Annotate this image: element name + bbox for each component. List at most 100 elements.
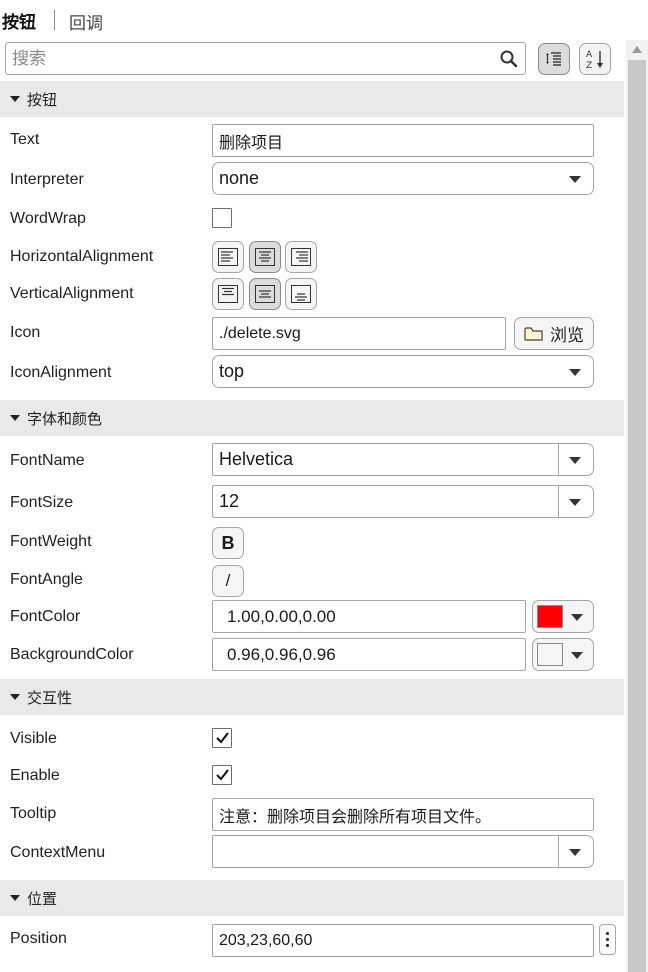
label-font-color: FontColor xyxy=(10,608,81,625)
interpreter-dropdown[interactable]: none xyxy=(212,162,594,195)
chevron-down-icon xyxy=(571,652,583,659)
italic-button[interactable]: / xyxy=(212,565,244,597)
search-input[interactable] xyxy=(6,43,486,74)
font-color-field[interactable]: 1.00,0.00,0.00 xyxy=(212,600,526,633)
section-position[interactable]: 位置 xyxy=(0,880,624,916)
checkmark-icon xyxy=(216,769,229,781)
more-dot xyxy=(606,944,609,947)
collapse-triangle-icon xyxy=(10,96,20,102)
chevron-down-icon[interactable] xyxy=(569,457,581,464)
background-color-swatch xyxy=(537,643,563,666)
scroll-up-button[interactable] xyxy=(626,40,648,58)
label-context-menu: ContextMenu xyxy=(10,844,106,861)
label-text: Text xyxy=(10,131,40,148)
checkmark-icon xyxy=(216,732,229,744)
scrollbar-thumb[interactable] xyxy=(628,60,646,972)
interpreter-value: none xyxy=(219,168,260,188)
font-size-combobox[interactable]: 12 xyxy=(212,485,594,518)
section-interactivity[interactable]: 交互性 xyxy=(0,679,624,715)
label-vertical-alignment: VerticalAlignment xyxy=(10,285,134,302)
categorized-view-button[interactable] xyxy=(538,43,570,75)
label-font-weight: FontWeight xyxy=(10,533,92,550)
combo-divider xyxy=(558,486,559,517)
section-title: 交互性 xyxy=(27,689,73,707)
folder-icon xyxy=(524,326,543,341)
svg-text:A: A xyxy=(586,50,593,60)
align-left-button[interactable] xyxy=(212,241,244,273)
sort-alphabetical-button[interactable]: A Z xyxy=(579,43,611,75)
list-categorized-icon xyxy=(546,52,561,66)
font-size-value: 12 xyxy=(219,491,240,511)
align-bottom-icon xyxy=(291,285,311,303)
section-title: 位置 xyxy=(27,890,58,908)
visible-checkbox[interactable] xyxy=(212,728,232,748)
section-title: 按钮 xyxy=(27,91,58,109)
align-bottom-button[interactable] xyxy=(285,278,317,310)
enable-checkbox[interactable] xyxy=(212,765,232,785)
label-icon-alignment: IconAlignment xyxy=(10,364,112,381)
wordwrap-checkbox[interactable] xyxy=(212,208,232,228)
label-enable: Enable xyxy=(10,767,60,784)
search-box xyxy=(5,42,526,75)
label-wordwrap: WordWrap xyxy=(10,210,86,227)
bold-icon: B xyxy=(221,532,235,553)
align-top-button[interactable] xyxy=(212,278,244,310)
align-right-button[interactable] xyxy=(285,241,317,273)
tab-button[interactable]: 按钮 xyxy=(2,8,36,33)
align-top-icon xyxy=(218,285,238,303)
label-horizontal-alignment: HorizontalAlignment xyxy=(10,248,154,265)
label-interpreter: Interpreter xyxy=(10,171,84,188)
context-menu-combobox[interactable] xyxy=(212,835,594,868)
font-color-picker[interactable] xyxy=(532,600,594,633)
tab-callback[interactable]: 回调 xyxy=(69,9,103,34)
section-button[interactable]: 按钮 xyxy=(0,81,624,117)
chevron-down-icon xyxy=(569,369,581,376)
font-name-combobox[interactable]: Helvetica xyxy=(212,443,594,476)
font-color-swatch xyxy=(537,605,563,628)
align-center-icon xyxy=(255,248,275,266)
chevron-down-icon[interactable] xyxy=(569,849,581,856)
italic-icon: / xyxy=(225,571,231,590)
align-right-icon xyxy=(291,248,311,266)
more-dot xyxy=(606,932,609,935)
svg-text:Z: Z xyxy=(586,61,592,70)
chevron-down-icon xyxy=(571,614,583,621)
position-field[interactable]: 203,23,60,60 xyxy=(212,924,594,957)
align-middle-icon xyxy=(255,285,275,303)
chevron-down-icon[interactable] xyxy=(569,499,581,506)
align-middle-button[interactable] xyxy=(249,278,281,310)
align-center-button[interactable] xyxy=(249,241,281,273)
combo-divider xyxy=(558,444,559,475)
label-font-name: FontName xyxy=(10,452,85,469)
align-left-icon xyxy=(218,248,238,266)
browse-button[interactable]: 浏览 xyxy=(514,317,594,350)
section-title: 字体和颜色 xyxy=(27,410,103,428)
chevron-down-icon xyxy=(569,176,581,183)
label-font-angle: FontAngle xyxy=(10,571,83,588)
search-icon[interactable] xyxy=(499,49,519,69)
background-color-picker[interactable] xyxy=(532,638,594,671)
label-visible: Visible xyxy=(10,730,57,747)
icon-alignment-dropdown[interactable]: top xyxy=(212,355,594,388)
more-dot xyxy=(606,938,609,941)
font-name-value: Helvetica xyxy=(219,449,294,469)
bold-button[interactable]: B xyxy=(212,527,244,559)
tooltip-field[interactable]: 注意：删除项目会删除所有项目文件。 xyxy=(212,798,594,831)
background-color-field[interactable]: 0.96,0.96,0.96 xyxy=(212,638,526,671)
icon-alignment-value: top xyxy=(219,361,245,381)
section-font-color[interactable]: 字体和颜色 xyxy=(0,400,624,436)
collapse-triangle-icon xyxy=(10,415,20,421)
arrow-up-icon xyxy=(632,45,642,53)
tab-separator xyxy=(54,10,55,30)
label-background-color: BackgroundColor xyxy=(10,646,134,663)
more-options-button[interactable] xyxy=(599,924,616,955)
label-icon: Icon xyxy=(10,324,41,341)
collapse-triangle-icon xyxy=(10,694,20,700)
browse-label: 浏览 xyxy=(550,326,584,345)
sort-az-icon: A Z xyxy=(586,50,603,70)
label-tooltip: Tooltip xyxy=(10,805,57,822)
icon-path-field[interactable]: ./delete.svg xyxy=(212,317,506,350)
text-field[interactable]: 删除项目 xyxy=(212,124,594,157)
label-font-size: FontSize xyxy=(10,494,74,511)
label-position: Position xyxy=(10,930,67,947)
